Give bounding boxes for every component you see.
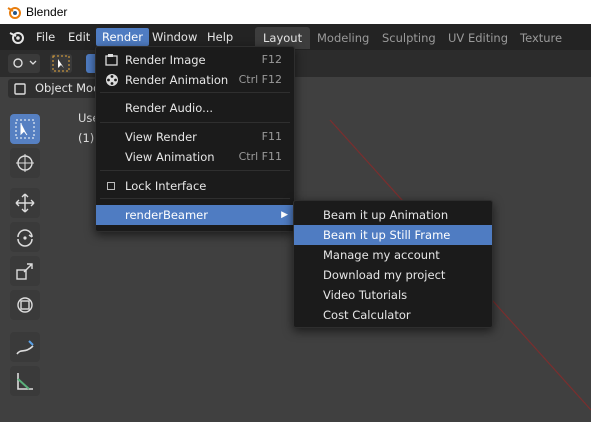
beam-animation-label: Beam it up Animation	[323, 208, 449, 222]
workspace-tab-modeling[interactable]: Modeling	[309, 27, 377, 49]
tool-rotate[interactable]	[10, 222, 40, 252]
menu-item-view-animation[interactable]: View Animation Ctrl F11	[96, 147, 294, 167]
menu-separator	[100, 122, 290, 123]
menu-separator	[100, 92, 290, 93]
render-audio-label: Render Audio...	[125, 101, 214, 115]
tool-select-box[interactable]	[10, 114, 40, 144]
video-tutorials-label: Video Tutorials	[323, 288, 408, 302]
menu-item-lock-interface[interactable]: Lock Interface	[96, 176, 294, 196]
measure-icon	[17, 373, 33, 390]
submenu-arrow-icon: ▶	[281, 210, 288, 220]
blender-menu-icon[interactable]	[8, 29, 26, 45]
menu-separator	[100, 170, 290, 171]
lock-interface-label: Lock Interface	[125, 179, 207, 193]
render-animation-label: Render Animation	[125, 73, 229, 87]
view-render-label: View Render	[125, 130, 197, 144]
render-image-shortcut: F12	[261, 53, 282, 66]
workspace-tab-texture-paint[interactable]: Texture Paint	[512, 27, 591, 67]
render-image-icon	[105, 54, 118, 66]
renderbeamer-label: renderBeamer	[125, 208, 208, 222]
editor-type-button[interactable]	[8, 54, 40, 73]
menu-item-render-audio[interactable]: Render Audio...	[96, 98, 294, 118]
render-image-label: Render Image	[125, 53, 206, 67]
tool-transform[interactable]	[10, 290, 40, 320]
tool-move[interactable]	[10, 188, 40, 218]
film-reel-icon	[106, 74, 118, 86]
tool-cursor[interactable]	[10, 148, 40, 178]
lock-interface-checkbox[interactable]	[107, 182, 115, 190]
renderbeamer-submenu: Beam it up Animation Beam it up Still Fr…	[293, 200, 493, 328]
viewport-overlay-line2: (1)	[78, 131, 95, 145]
menu-item-view-render[interactable]: View Render F11	[96, 127, 294, 147]
menu-help[interactable]: Help	[201, 28, 239, 46]
menu-item-render-animation[interactable]: Render Animation Ctrl F12	[96, 70, 294, 90]
blender-logo-icon	[7, 7, 21, 19]
workspace-tab-uv-editing[interactable]: UV Editing	[440, 27, 516, 49]
render-animation-shortcut: Ctrl F12	[238, 73, 282, 86]
object-mode-icon	[14, 83, 26, 95]
editor-type-icon	[13, 58, 37, 68]
manage-account-label: Manage my account	[323, 248, 440, 262]
menu-window[interactable]: Window	[146, 28, 203, 46]
scale-icon	[16, 263, 33, 280]
menu-item-render-image[interactable]: Render Image F12	[96, 50, 294, 70]
view-render-shortcut: F11	[261, 130, 282, 143]
menu-file[interactable]: File	[30, 28, 61, 46]
beam-still-frame-label: Beam it up Still Frame	[323, 228, 451, 242]
submenu-item-beam-still-frame[interactable]: Beam it up Still Frame	[294, 225, 492, 245]
submenu-item-manage-account[interactable]: Manage my account	[294, 245, 492, 265]
download-project-label: Download my project	[323, 268, 446, 282]
tool-scale[interactable]	[10, 256, 40, 286]
viewport-header	[0, 50, 591, 77]
cost-calculator-label: Cost Calculator	[323, 308, 411, 322]
window-title: Blender	[26, 5, 68, 19]
move-icon	[15, 193, 35, 213]
render-menu: Render Image F12 Render Animation Ctrl F…	[95, 46, 295, 232]
menu-item-renderbeamer[interactable]: renderBeamer ▶	[96, 205, 294, 225]
cursor-icon	[16, 154, 34, 172]
transform-icon	[17, 297, 33, 313]
workspace-tab-sculpting[interactable]: Sculpting	[374, 27, 444, 49]
select-mode-button[interactable]	[50, 54, 72, 73]
cursor-select-icon	[52, 55, 70, 72]
annotate-icon	[16, 340, 34, 355]
select-box-icon	[15, 119, 35, 139]
view-animation-label: View Animation	[125, 150, 215, 164]
menu-render[interactable]: Render	[96, 28, 149, 46]
submenu-item-download-project[interactable]: Download my project	[294, 265, 492, 285]
tool-annotate[interactable]	[10, 332, 40, 362]
submenu-item-cost-calculator[interactable]: Cost Calculator	[294, 305, 492, 325]
submenu-item-beam-animation[interactable]: Beam it up Animation	[294, 205, 492, 225]
menu-edit[interactable]: Edit	[62, 28, 96, 46]
top-menubar: File Edit Render Window Help Layout Mode…	[0, 24, 591, 67]
submenu-item-video-tutorials[interactable]: Video Tutorials	[294, 285, 492, 305]
window-titlebar: Blender	[0, 0, 591, 24]
menu-separator	[100, 198, 290, 199]
tool-measure[interactable]	[10, 366, 40, 396]
rotate-icon	[17, 229, 33, 247]
view-animation-shortcut: Ctrl F11	[238, 150, 282, 163]
